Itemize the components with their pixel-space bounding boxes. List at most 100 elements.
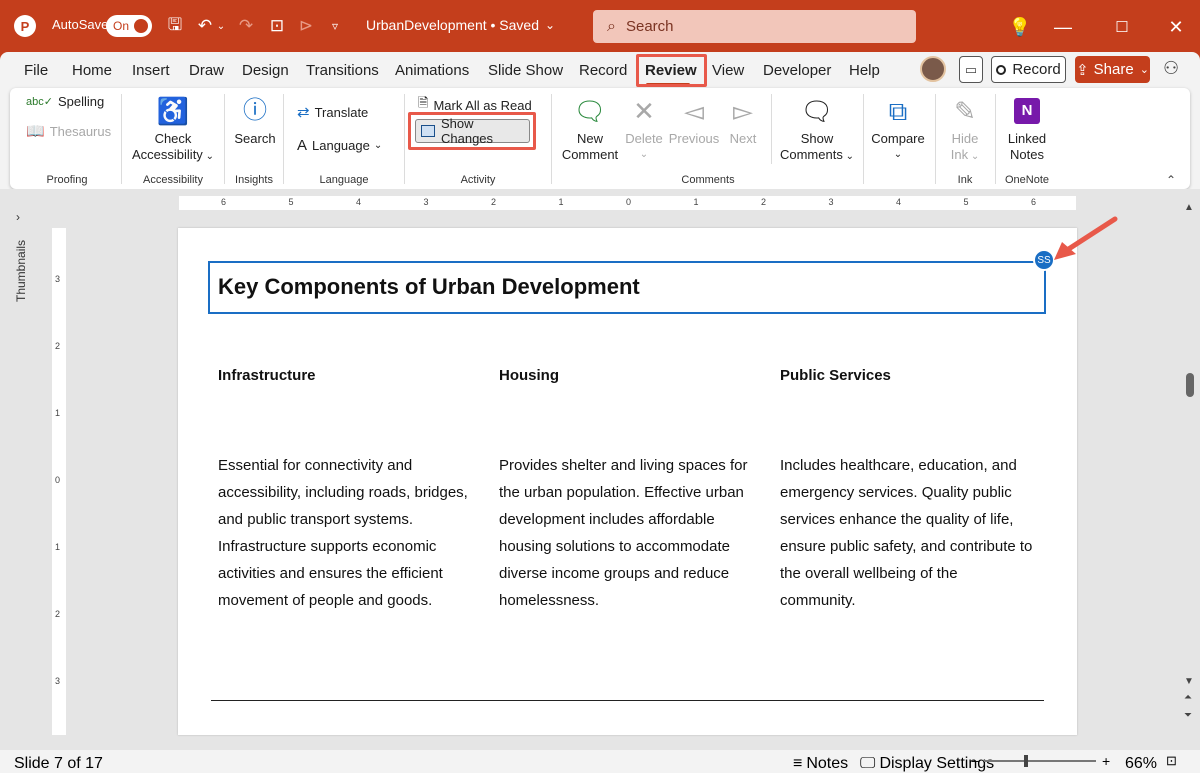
- linked-notes-button[interactable]: N Linked Notes: [1000, 94, 1054, 163]
- group-separator: [995, 94, 996, 184]
- ruler-label: 6: [1031, 197, 1037, 207]
- autosave-label: AutoSave: [52, 17, 109, 32]
- ruler-label: 3: [828, 197, 834, 207]
- lightbulb-icon[interactable]: 💡: [1007, 14, 1033, 40]
- column-body-public-services[interactable]: Includes healthcare, education, and emer…: [780, 452, 1035, 614]
- chevron-down-icon: ⌄: [202, 151, 214, 162]
- comments-pane-button[interactable]: ▭: [959, 56, 983, 83]
- column-heading-public-services[interactable]: Public Services: [780, 367, 891, 384]
- delete-comment-icon: ✕: [633, 96, 655, 126]
- delete-comment-button[interactable]: ✕ Delete ⌄: [622, 94, 666, 163]
- display-settings-icon: 🖵: [860, 755, 876, 772]
- record-icon: [996, 64, 1007, 75]
- translate-button[interactable]: ⇄ Translate: [297, 103, 368, 121]
- share-label: Share: [1093, 61, 1134, 78]
- book-icon: 📖: [26, 123, 45, 140]
- zoom-out-icon[interactable]: −: [971, 753, 979, 769]
- autosave-toggle[interactable]: On: [106, 15, 152, 37]
- fit-slide-icon[interactable]: ⊡: [1166, 753, 1177, 769]
- show-changes-highlight: [408, 112, 536, 150]
- tab-animations[interactable]: Animations: [395, 62, 469, 79]
- ruler-label: 2: [491, 197, 497, 207]
- scroll-down-icon[interactable]: ▼: [1184, 676, 1194, 687]
- hide-ink-label-1: Hide: [951, 131, 979, 146]
- check-accessibility-label-1: Check: [154, 131, 192, 146]
- check-accessibility-label-2: Accessibility: [132, 147, 203, 162]
- maximize-icon[interactable]: ☐: [1109, 14, 1135, 40]
- ruler-label: 4: [896, 197, 902, 207]
- show-comments-label-1: Show: [800, 131, 834, 146]
- spelling-check-icon: abc✓: [26, 96, 53, 108]
- spelling-button[interactable]: abc✓ Spelling: [26, 94, 104, 109]
- hide-ink-button[interactable]: ✎ Hide Ink ⌄: [942, 94, 988, 165]
- tab-home[interactable]: Home: [72, 62, 112, 79]
- expand-thumbnails-icon[interactable]: ›: [16, 210, 20, 224]
- compare-button[interactable]: ⧉ Compare ⌄: [868, 94, 928, 163]
- new-comment-label-2: Comment: [561, 147, 619, 162]
- group-separator: [863, 94, 864, 184]
- tab-slide-show[interactable]: Slide Show: [488, 62, 563, 79]
- language-button[interactable]: A Language ⌄: [297, 137, 382, 154]
- share-button[interactable]: ⇪ Share ⌄: [1075, 56, 1150, 83]
- next-slide-icon[interactable]: ⏷: [1184, 710, 1192, 721]
- new-comment-button[interactable]: 🗨 New Comment: [560, 94, 620, 163]
- zoom-level[interactable]: 66%: [1125, 755, 1157, 773]
- tab-help[interactable]: Help: [849, 62, 880, 79]
- previous-comment-button[interactable]: ◅ Previous: [668, 94, 720, 147]
- compare-icon: ⧉: [888, 96, 908, 126]
- coauthor-icon[interactable]: ⚇: [1163, 58, 1179, 79]
- tab-transitions[interactable]: Transitions: [306, 62, 379, 79]
- collapse-ribbon-icon[interactable]: ⌃: [1166, 173, 1176, 187]
- tab-insert[interactable]: Insert: [132, 62, 170, 79]
- zoom-slider-knob[interactable]: [1024, 755, 1028, 767]
- group-separator: [771, 94, 772, 164]
- tab-draw[interactable]: Draw: [189, 62, 224, 79]
- tab-view[interactable]: View: [712, 62, 744, 79]
- thesaurus-button[interactable]: 📖 Thesaurus: [26, 122, 111, 140]
- slideshow-icon[interactable]: ⊳: [294, 14, 318, 38]
- avatar[interactable]: [920, 56, 946, 82]
- notes-button[interactable]: ≡ Notes: [793, 755, 848, 773]
- check-accessibility-button[interactable]: ♿ Check Accessibility ⌄: [128, 94, 218, 165]
- delete-label: Delete: [625, 131, 663, 146]
- tab-developer[interactable]: Developer: [763, 62, 831, 79]
- save-icon[interactable]: 🖫: [163, 14, 187, 38]
- ruler-label: 6: [221, 197, 227, 207]
- ruler-label: 5: [288, 197, 294, 207]
- next-comment-icon: ▻: [733, 96, 753, 126]
- next-comment-button[interactable]: ▻ Next: [722, 94, 764, 147]
- column-body-infrastructure[interactable]: Essential for connectivity and accessibi…: [218, 452, 473, 614]
- column-body-housing[interactable]: Provides shelter and living spaces for t…: [499, 452, 754, 614]
- zoom-slider[interactable]: [984, 760, 1096, 762]
- group-separator: [283, 94, 284, 184]
- tab-file[interactable]: File: [24, 62, 48, 79]
- ruler-label: 2: [55, 341, 61, 351]
- close-icon[interactable]: ✕: [1163, 14, 1189, 40]
- next-label: Next: [729, 131, 757, 146]
- smart-search-button[interactable]: ⓘ Search: [231, 94, 279, 147]
- document-title[interactable]: UrbanDevelopment • Saved ⌄: [366, 17, 555, 33]
- group-separator: [551, 94, 552, 184]
- scrollbar-thumb[interactable]: [1186, 373, 1194, 397]
- present-icon[interactable]: ⊡: [265, 14, 289, 38]
- previous-slide-icon[interactable]: ⏶: [1184, 692, 1192, 703]
- spelling-label: Spelling: [57, 94, 105, 109]
- customize-toolbar-icon[interactable]: ▿: [323, 14, 347, 38]
- search-box[interactable]: ⌕ Search: [593, 10, 916, 43]
- show-comments-button[interactable]: 🗨 Show Comments ⌄: [778, 94, 856, 165]
- horizontal-ruler: 6 5 4 3 2 1 0 1 2 3 4 5 6: [179, 196, 1076, 210]
- vertical-scrollbar[interactable]: [1182, 200, 1196, 730]
- zoom-in-icon[interactable]: +: [1102, 753, 1110, 769]
- minimize-icon[interactable]: —: [1050, 14, 1076, 40]
- column-heading-infrastructure[interactable]: Infrastructure: [218, 367, 316, 384]
- tab-design[interactable]: Design: [242, 62, 289, 79]
- ruler-label: 3: [55, 274, 61, 284]
- tab-record[interactable]: Record: [579, 62, 627, 79]
- undo-dropdown-icon[interactable]: ⌄: [214, 14, 228, 38]
- record-button[interactable]: Record: [991, 56, 1066, 83]
- column-heading-housing[interactable]: Housing: [499, 367, 559, 384]
- thumbnails-label[interactable]: Thumbnails: [14, 240, 28, 302]
- redo-icon[interactable]: ↷: [234, 14, 258, 38]
- slide-title[interactable]: Key Components of Urban Development: [218, 274, 640, 300]
- scroll-up-icon[interactable]: ▲: [1184, 202, 1194, 213]
